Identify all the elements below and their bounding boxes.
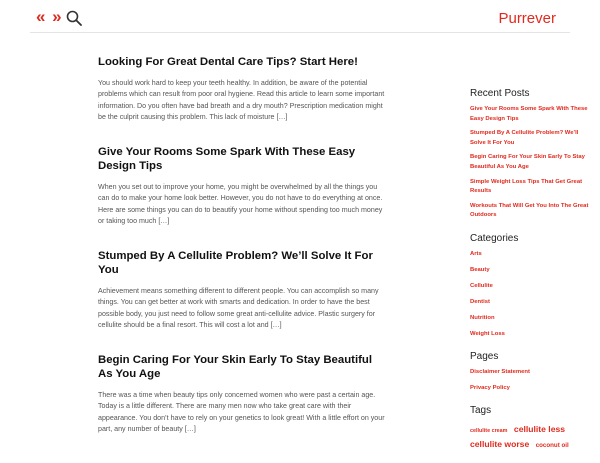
site-header: « » Purrever: [0, 0, 600, 33]
post-list: Looking For Great Dental Care Tips? Star…: [98, 55, 388, 457]
category-link[interactable]: Weight Loss: [470, 330, 592, 339]
post-title[interactable]: Stumped By A Cellulite Problem? We’ll So…: [98, 249, 388, 278]
widget-title-tags: Tags: [470, 404, 492, 416]
post-title[interactable]: Looking For Great Dental Care Tips? Star…: [98, 55, 388, 70]
category-link[interactable]: Arts: [470, 250, 592, 259]
post-item: Give Your Rooms Some Spark With These Ea…: [98, 145, 388, 228]
tag-link[interactable]: cellulite cream: [470, 428, 507, 434]
recent-post-link[interactable]: Simple Weight Loss Tips That Get Great R…: [470, 178, 592, 197]
recent-post-link[interactable]: Workouts That Will Get You Into The Grea…: [470, 202, 592, 221]
tag-cloud: cellulite cream cellulite less cellulite…: [470, 422, 592, 451]
category-link[interactable]: Nutrition: [470, 314, 592, 323]
post-excerpt: There was a time when beauty tips only c…: [98, 390, 385, 434]
categories-widget: Categories Arts Beauty Cellulite Dentist…: [470, 233, 592, 339]
recent-post-link[interactable]: Give Your Rooms Some Spark With These Ea…: [470, 105, 592, 124]
tag-link[interactable]: coconut oil: [536, 442, 569, 449]
recent-posts-widget: Recent Posts Give Your Rooms Some Spark …: [470, 88, 592, 221]
tag-link[interactable]: cellulite worse: [470, 439, 529, 449]
nav-arrows-icon[interactable]: « »: [36, 7, 63, 27]
post-item: Looking For Great Dental Care Tips? Star…: [98, 55, 388, 124]
category-link[interactable]: Cellulite: [470, 282, 592, 291]
pages-widget: Pages Disclaimer Statement Privacy Polic…: [470, 351, 592, 393]
recent-post-link[interactable]: Stumped By A Cellulite Problem? We’ll So…: [470, 129, 592, 148]
post-excerpt: When you set out to improve your home, y…: [98, 182, 383, 226]
post-title[interactable]: Begin Caring For Your Skin Early To Stay…: [98, 353, 388, 382]
page-link[interactable]: Disclaimer Statement: [470, 368, 592, 377]
post-excerpt: You should work hard to keep your teeth …: [98, 78, 385, 122]
page-link[interactable]: Privacy Policy: [470, 384, 592, 393]
post-excerpt: Achievement means something different to…: [98, 286, 379, 330]
category-link[interactable]: Dentist: [470, 298, 592, 307]
search-icon[interactable]: [66, 10, 82, 26]
tags-widget: Tags cellulite cream cellulite less cell…: [470, 405, 592, 451]
post-title[interactable]: Give Your Rooms Some Spark With These Ea…: [98, 145, 388, 174]
tag-link[interactable]: cellulite less: [514, 424, 565, 434]
header-divider: [30, 32, 570, 33]
category-link[interactable]: Beauty: [470, 266, 592, 275]
widget-title-recent-posts: Recent Posts: [470, 88, 530, 99]
post-item: Begin Caring For Your Skin Early To Stay…: [98, 353, 388, 436]
post-item: Stumped By A Cellulite Problem? We’ll So…: [98, 249, 388, 332]
sidebar: Recent Posts Give Your Rooms Some Spark …: [470, 88, 592, 463]
widget-title-categories: Categories: [470, 232, 519, 244]
widget-title-pages: Pages: [470, 350, 499, 362]
recent-post-link[interactable]: Begin Caring For Your Skin Early To Stay…: [470, 153, 592, 172]
site-title[interactable]: Purrever: [498, 10, 556, 27]
